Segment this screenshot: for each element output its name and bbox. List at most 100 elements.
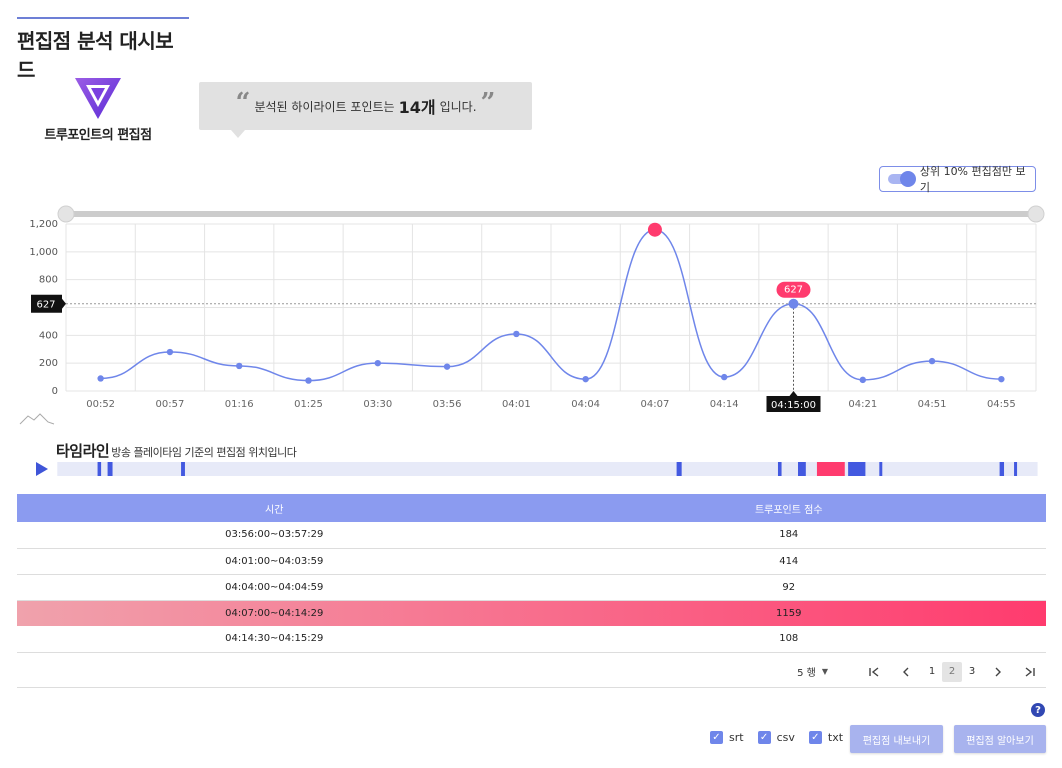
export-format-options: ✓ srt ✓ csv ✓ txt: [710, 731, 857, 744]
table-row[interactable]: 04:14:30~04:15:29 108: [17, 626, 1046, 652]
timeline-mark[interactable]: [798, 462, 806, 476]
pagination: 5 행 ▼ 1 2 3: [17, 656, 1046, 688]
format-checkbox-srt[interactable]: ✓ srt: [710, 731, 744, 744]
column-header-time[interactable]: 시간: [17, 494, 532, 522]
page-1[interactable]: 1: [922, 662, 942, 682]
x-tick-label: 00:57: [156, 399, 185, 410]
cell-score: 184: [779, 529, 799, 541]
data-point[interactable]: [443, 363, 451, 370]
table-row[interactable]: 04:01:00~04:03:59 414: [17, 548, 1046, 574]
x-tick-label: 00:52: [86, 399, 115, 410]
value-tooltip-label: 627: [784, 285, 803, 296]
checkbox-checked-icon[interactable]: ✓: [808, 731, 822, 744]
data-point[interactable]: [928, 357, 936, 365]
x-tick-label: 04:01: [502, 399, 531, 410]
timeline-mark[interactable]: [97, 462, 102, 476]
summary-text-before: 분석된 하이라이트 포인트는: [254, 99, 395, 114]
table-row[interactable]: 03:56:00~03:57:29 184: [17, 522, 1046, 548]
next-page-icon[interactable]: [988, 662, 1008, 682]
x-tick-label: 01:16: [225, 399, 254, 410]
cell-score: 414: [779, 555, 799, 567]
table-row[interactable]: 04:07:00~04:14:29 1159: [17, 600, 1046, 626]
summary-bubble: “ 분석된 하이라이트 포인트는 14개 입니다. ”: [199, 82, 532, 138]
data-point[interactable]: [582, 375, 589, 383]
cell-time: 04:07:00~04:14:29: [225, 607, 324, 619]
range-slider-track: [66, 211, 1036, 217]
format-checkbox-csv[interactable]: ✓ csv: [757, 731, 795, 744]
timeline-mark[interactable]: [777, 462, 782, 476]
data-point[interactable]: [721, 373, 728, 381]
y-tick-label: 400: [39, 330, 58, 341]
y-tick-label: 800: [39, 275, 58, 286]
summary-count: 14개: [398, 98, 436, 117]
cell-time: 04:01:00~04:03:59: [225, 555, 324, 567]
data-point[interactable]: [305, 377, 312, 384]
timeline-mark[interactable]: [107, 462, 113, 476]
data-point[interactable]: [374, 359, 381, 367]
toggle-label: 상위 10% 편집점만 보기: [919, 165, 1026, 194]
caret-down-icon: ▼: [821, 667, 828, 676]
play-icon[interactable]: [36, 462, 48, 476]
timeline-mark-peak[interactable]: [816, 462, 845, 476]
y-marker-label: 627: [36, 300, 55, 311]
page-3[interactable]: 3: [962, 662, 982, 682]
checkbox-checked-icon[interactable]: ✓: [757, 731, 771, 744]
table-header-row: 시간 트루포인트 점수: [17, 494, 1046, 522]
page-title: 편집점 분석 대시보드: [17, 17, 189, 83]
format-label: srt: [729, 731, 744, 744]
checkbox-checked-icon[interactable]: ✓: [710, 731, 723, 744]
mini-chart-icon: [19, 413, 55, 425]
x-tick-label: 04:04: [571, 399, 600, 410]
format-label: csv: [776, 731, 795, 744]
highlight-table: 시간 트루포인트 점수 03:56:00~03:57:29 184 04:01:00…: [17, 494, 1046, 653]
close-quote-icon: ”: [480, 88, 496, 118]
y-tick-label: 1,000: [29, 247, 58, 258]
selected-x-label: 04:15:00: [771, 400, 816, 411]
data-point[interactable]: [998, 375, 1005, 383]
summary-text-after: 입니다.: [439, 99, 477, 114]
format-checkbox-txt[interactable]: ✓ txt: [808, 731, 844, 744]
cell-time: 04:14:30~04:15:29: [225, 633, 324, 645]
x-tick-label: 03:30: [363, 399, 392, 410]
export-button[interactable]: 편집점 내보내기: [850, 725, 943, 753]
toggle-switch[interactable]: [888, 171, 916, 187]
column-header-score[interactable]: 트루포인트 점수: [532, 494, 1047, 522]
rows-per-page-select[interactable]: 5 행 ▼: [797, 664, 828, 679]
v-logo-icon: [75, 78, 121, 119]
rows-per-page-value: 5 행: [797, 668, 816, 679]
data-point-peak[interactable]: [647, 222, 662, 237]
page-2[interactable]: 2: [942, 661, 962, 682]
data-point[interactable]: [97, 375, 104, 382]
data-point[interactable]: [236, 362, 243, 370]
range-handle-left[interactable]: [57, 205, 75, 223]
open-quote-icon: “: [235, 88, 251, 118]
timeline-mark[interactable]: [181, 462, 185, 476]
timeline-mark[interactable]: [879, 462, 883, 476]
cell-score: 1159: [776, 607, 802, 619]
brand-name: 트루포인트의 편집점: [44, 128, 152, 143]
format-label: txt: [827, 731, 844, 744]
table-row[interactable]: 04:04:00~04:04:59 92: [17, 574, 1046, 600]
prev-page-icon[interactable]: [896, 662, 916, 682]
help-icon[interactable]: ?: [1031, 703, 1045, 717]
data-point[interactable]: [166, 348, 174, 356]
timeline-mark[interactable]: [1014, 462, 1018, 476]
learn-button[interactable]: 편집점 알아보기: [954, 725, 1046, 753]
first-page-icon[interactable]: [864, 662, 884, 682]
top10-toggle[interactable]: 상위 10% 편집점만 보기: [879, 165, 1036, 194]
timeline-mark[interactable]: [848, 462, 866, 476]
x-tick-label: 03:56: [433, 399, 462, 410]
data-point[interactable]: [859, 376, 866, 384]
last-page-icon[interactable]: [1020, 662, 1040, 682]
timeline-mark[interactable]: [999, 462, 1005, 476]
data-point-selected[interactable]: [788, 298, 799, 309]
timeline-mark[interactable]: [676, 462, 682, 476]
highlight-line-chart: 02004006008001,0001,20000:5200:5701:1601…: [19, 205, 1045, 425]
range-handle-right[interactable]: [1027, 205, 1045, 223]
x-tick-label: 04:07: [641, 399, 670, 410]
x-tick-label: 04:14: [710, 399, 739, 410]
timeline-bar[interactable]: [30, 458, 1040, 480]
cell-time: 04:04:00~04:04:59: [225, 581, 324, 593]
cell-time: 03:56:00~03:57:29: [225, 529, 324, 541]
data-point[interactable]: [513, 330, 520, 338]
